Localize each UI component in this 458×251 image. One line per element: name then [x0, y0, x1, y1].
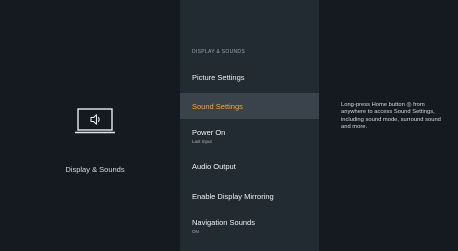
category-pane: Display & Sounds [0, 0, 180, 251]
menu-item-picture-settings[interactable]: Picture Settings [180, 64, 319, 90]
tv-speaker-icon [75, 108, 115, 134]
menu-item-label: Picture Settings [192, 73, 245, 82]
menu-item-sublabel: Last Input [192, 139, 212, 144]
menu-item-label: Sound Settings [192, 102, 243, 111]
menu-item-label: Enable Display Mirroring [192, 192, 274, 201]
menu-item-audio-output[interactable]: Audio Output [180, 153, 319, 179]
help-text: Long-press Home button ◎ from anywhere t… [341, 102, 441, 130]
menu-item-sound-settings[interactable]: Sound Settings [180, 93, 319, 119]
menu-item-label: Audio Output [192, 162, 236, 171]
menu-item-label: Power On [192, 128, 226, 137]
menu-item-label: Navigation Sounds [192, 218, 255, 227]
menu-item-power-on[interactable]: Power On Last Input [180, 122, 319, 150]
menu-item-enable-display-mirroring[interactable]: Enable Display Mirroring [180, 183, 319, 209]
category-title: Display & Sounds [65, 165, 125, 174]
menu-heading: DISPLAY & SOUNDS [192, 49, 245, 55]
help-pane: Long-press Home button ◎ from anywhere t… [319, 0, 458, 251]
menu-item-navigation-sounds[interactable]: Navigation Sounds ON [180, 212, 319, 240]
menu-item-sublabel: ON [192, 229, 199, 234]
settings-screen: Display & Sounds DISPLAY & SOUNDS Pictur… [0, 0, 458, 251]
settings-menu: DISPLAY & SOUNDS Picture Settings Sound … [180, 0, 319, 251]
